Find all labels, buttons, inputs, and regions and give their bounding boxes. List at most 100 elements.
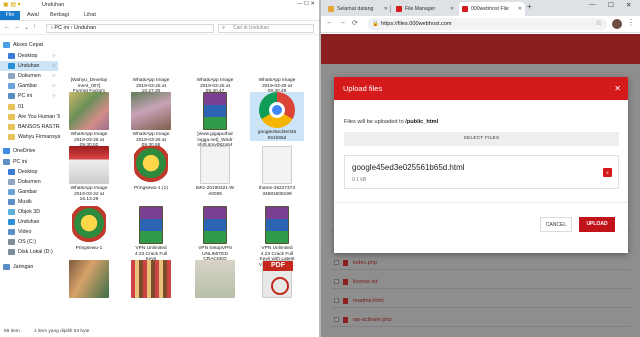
upload-target-message: Files will be uploaded to /public_html: [344, 119, 438, 125]
nav-item[interactable]: Gambar ⊹: [0, 81, 58, 91]
file-tile[interactable]: Pringsewu-1: [62, 206, 116, 252]
background-file-row[interactable]: index.php: [331, 256, 631, 270]
tab-000webhost-file[interactable]: 000webhost File ✕: [459, 2, 525, 16]
nav-item[interactable]: BANSOS RASTRA M: [0, 122, 69, 132]
file-tile[interactable]: WhatsApp Image2019-03-25 at09.30.55: [124, 92, 178, 149]
new-tab-button[interactable]: +: [527, 2, 532, 11]
row-checkbox[interactable]: [334, 317, 339, 322]
image-thumbnail: [195, 38, 235, 76]
quick-access-toolbar-icons[interactable]: ▣ ▤ ▾: [3, 1, 21, 8]
nav-item[interactable]: Unduhan: [0, 217, 58, 227]
tab-close-icon[interactable]: ✕: [450, 2, 454, 16]
reload-button[interactable]: ⟳: [352, 19, 358, 27]
folder-icon: [8, 82, 15, 89]
nav-item[interactable]: Akses Cepat: [0, 40, 58, 50]
file-icon: [343, 317, 348, 323]
background-file-row[interactable]: wp-activate.php: [331, 313, 631, 327]
explorer-window-controls[interactable]: — ☐ ✕: [297, 1, 315, 7]
up-arrow-icon[interactable]: ↑: [33, 24, 36, 30]
url-bar[interactable]: 🔒 https://files.000webhost.com ☆: [367, 18, 607, 30]
dialog-close-icon[interactable]: ✕: [614, 77, 621, 100]
file-manager-page: .htaccess_originalgoogle1cd450f82b79a46.…: [321, 34, 640, 337]
dialog-divider: [334, 202, 628, 203]
nav-item[interactable]: PC ini ⊹: [0, 91, 58, 101]
minimize-button[interactable]: —: [589, 1, 596, 8]
background-file-row[interactable]: readme.html: [331, 294, 631, 308]
back-button[interactable]: ←: [326, 19, 333, 26]
recent-chevron-icon[interactable]: ⌄: [24, 24, 29, 31]
background-file-row[interactable]: license.txt: [331, 275, 631, 289]
nav-item[interactable]: Gambar: [0, 187, 58, 197]
file-tile[interactable]: [124, 260, 178, 300]
nav-item[interactable]: Jaringan: [0, 262, 58, 272]
folder-icon: [8, 178, 15, 185]
file-tile[interactable]: [188, 260, 242, 300]
row-checkbox[interactable]: [334, 260, 339, 265]
nav-item[interactable]: Desktop: [0, 167, 58, 177]
chrome-menu-icon[interactable]: ⋮: [627, 18, 635, 27]
search-input[interactable]: ⌕ Cari di Unduhan: [218, 24, 314, 33]
close-window-button[interactable]: ✕: [626, 1, 631, 9]
nav-item[interactable]: Are You Human To: [0, 112, 62, 122]
file-tile[interactable]: WhatsApp Image2019-03-25 at09.30.49: [250, 38, 304, 95]
folder-icon: [8, 248, 15, 255]
nav-item[interactable]: Video: [0, 227, 58, 237]
nav-item-label: PC ini: [13, 159, 28, 165]
file-tile[interactable]: IMG-20190321-W A0006: [188, 146, 242, 197]
file-tile[interactable]: google45ed3e025 561b65d: [250, 92, 304, 142]
queued-file-card: google45ed3e025561b65d.html 0.1 kB x: [344, 155, 619, 189]
file-tile[interactable]: VPN Unlimited4.23 Crack FullKeys: [124, 206, 178, 263]
file-tile[interactable]: [62, 260, 116, 300]
file-tile[interactable]: PDF: [250, 260, 304, 300]
nav-item[interactable]: 01: [0, 102, 58, 112]
pin-icon: ⊹: [51, 83, 56, 89]
nav-item[interactable]: Disk Lokal (D:): [0, 247, 58, 257]
file-tile[interactable]: WhatsApp Image 2019-03-22 at 16.13.29: [62, 146, 116, 203]
nav-item[interactable]: OS (C:): [0, 237, 58, 247]
nav-item[interactable]: Desktop ⊹: [0, 51, 58, 61]
nav-item[interactable]: Dokumen ⊹: [0, 71, 58, 81]
tab-close-icon[interactable]: ✕: [384, 2, 388, 16]
file-name-line: A0006: [208, 191, 222, 197]
ribbon-tab-berbagi[interactable]: Berbagi: [45, 11, 74, 20]
file-tile[interactable]: thame-36227474 34881608199: [250, 146, 304, 197]
row-checkbox[interactable]: [334, 279, 339, 284]
profile-avatar[interactable]: [612, 19, 622, 29]
maximize-button[interactable]: ☐: [608, 1, 614, 9]
forward-arrow-icon[interactable]: →: [14, 24, 20, 30]
nav-item[interactable]: Objek 3D: [0, 207, 58, 217]
page-header-dimmed: [321, 34, 640, 64]
file-tile[interactable]: [Wahyu_Development_007]Format Factory: [62, 38, 116, 95]
nav-item[interactable]: OneDrive: [0, 146, 58, 156]
bookmark-star-icon[interactable]: ☆: [596, 18, 602, 30]
file-tile[interactable]: Pringsewu-1 (1): [124, 146, 178, 192]
ribbon-tab-lihat[interactable]: Lihat: [79, 11, 101, 20]
ribbon-tab-awal[interactable]: Awal: [22, 11, 44, 20]
file-tile[interactable]: VPN SetupVPNUNLIMITEDCRACKED: [188, 206, 242, 263]
nav-item[interactable]: Dokumen: [0, 177, 58, 187]
nav-item-label: Musik: [18, 199, 32, 205]
file-tile[interactable]: WhatsApp Image2019-03-25 at09.30.47: [188, 38, 242, 95]
file-tile[interactable]: WhatsApp Image2019-03-25 at09.30.52: [62, 92, 116, 149]
row-checkbox[interactable]: [334, 298, 339, 303]
tab-selamat-datang[interactable]: Selamat datang ✕: [325, 2, 391, 16]
select-files-button[interactable]: SELECT FILES: [344, 132, 619, 146]
ribbon-tab-file[interactable]: File: [0, 11, 20, 20]
nav-item[interactable]: Unduhan ⊹: [0, 61, 58, 71]
tab-close-icon[interactable]: ✕: [518, 2, 522, 16]
file-tile[interactable]: WhatsApp Image2019-03-25 at10.27.30: [124, 38, 178, 95]
address-path[interactable]: › PC ini › Unduhan: [46, 24, 214, 33]
upload-button[interactable]: UPLOAD: [579, 217, 615, 232]
nav-item[interactable]: Musik: [0, 197, 58, 207]
nav-item[interactable]: Wahyu Firmansyah: [0, 132, 63, 142]
nav-item[interactable]: PC ini: [0, 157, 58, 167]
cancel-button[interactable]: CANCEL: [540, 217, 572, 232]
nav-item-label: Desktop: [18, 53, 38, 59]
back-arrow-icon[interactable]: ←: [4, 24, 10, 30]
nav-item-label: PC ini: [18, 93, 33, 99]
nav-item-label: Disk Lokal (D:): [18, 249, 53, 255]
file-tile[interactable]: [www.gigapurbalingga.net]_Wndrshrtl.itmv…: [188, 92, 242, 149]
remove-file-button[interactable]: x: [603, 168, 612, 177]
forward-button[interactable]: →: [339, 19, 346, 26]
tab-file-manager[interactable]: File Manager ✕: [393, 2, 457, 16]
